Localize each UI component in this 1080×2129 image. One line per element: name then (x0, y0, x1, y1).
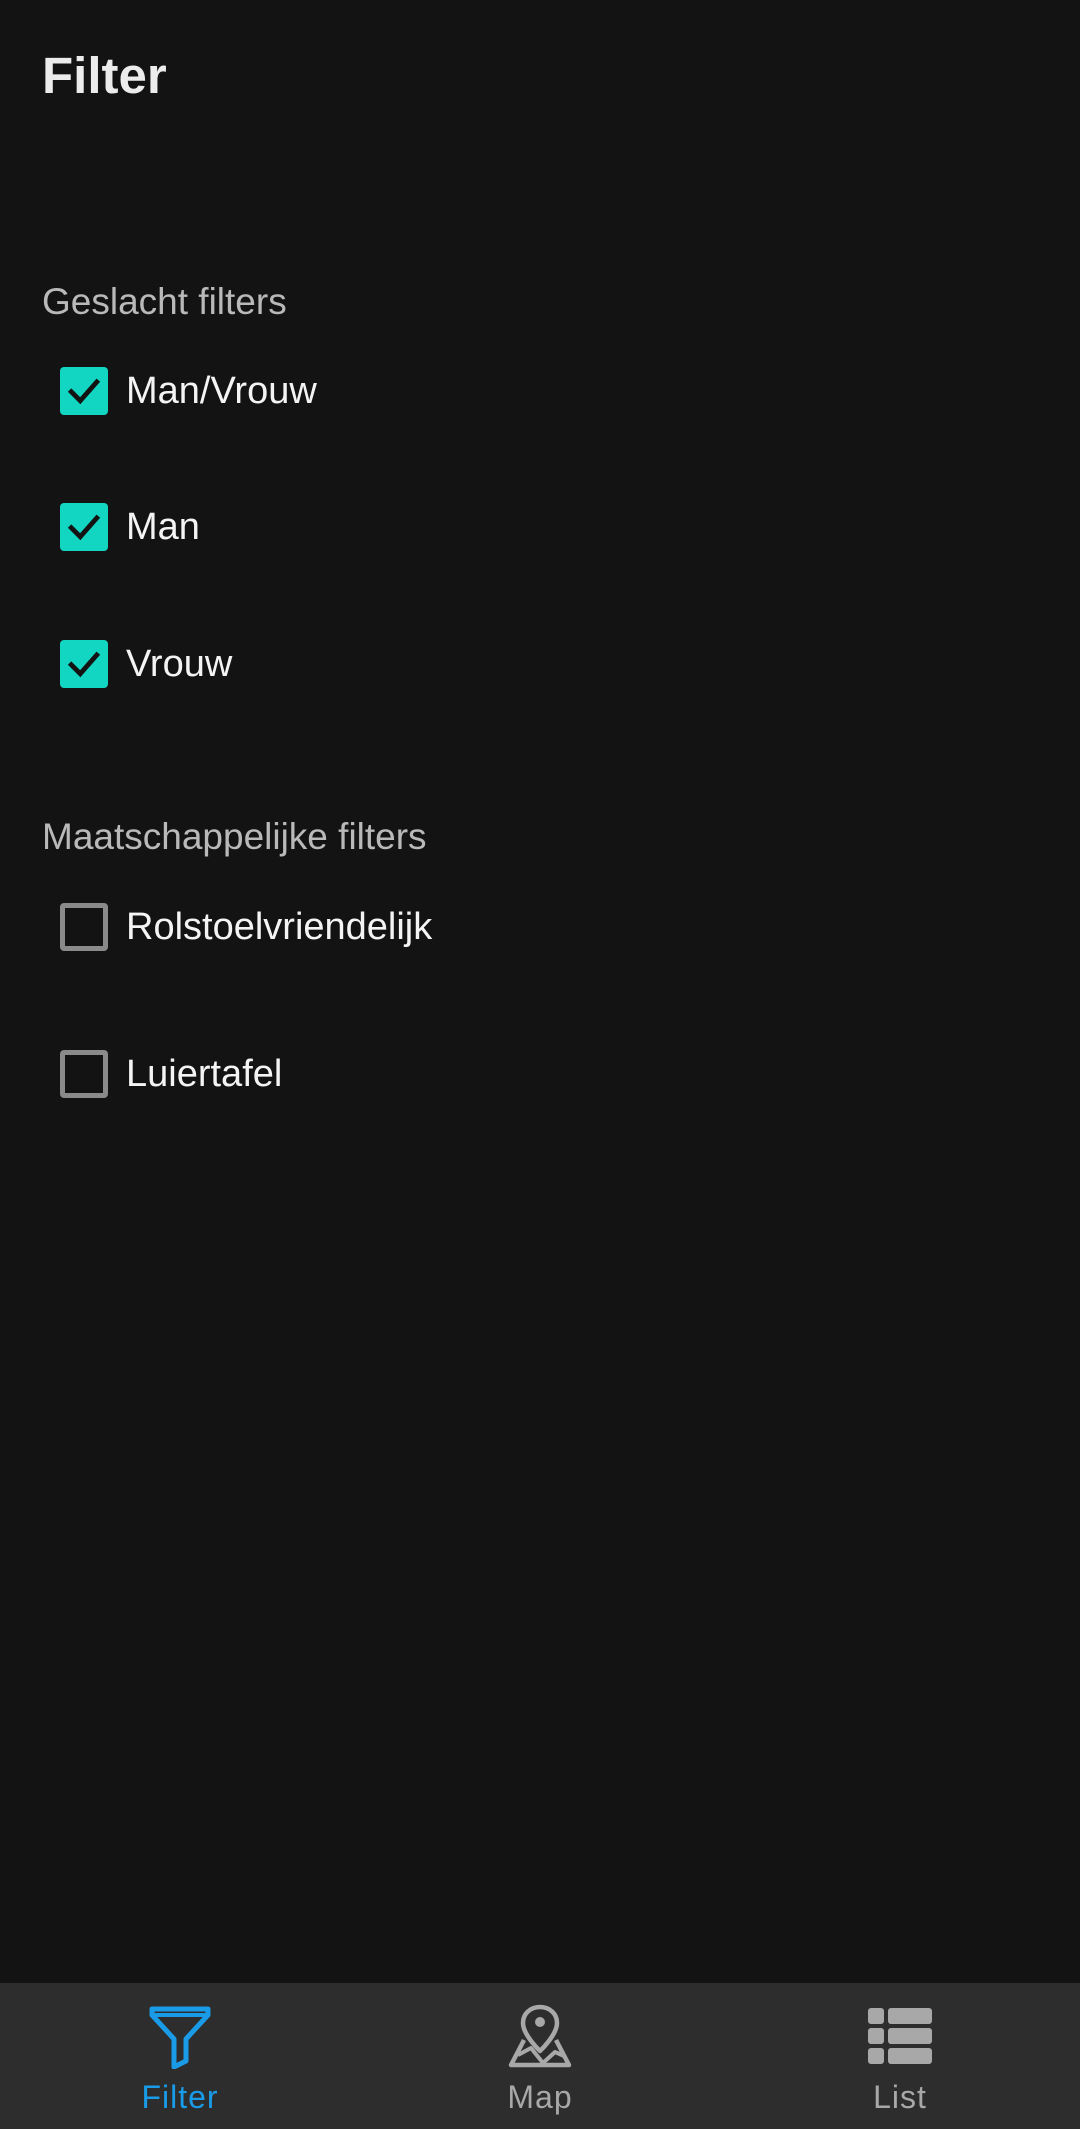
funnel-icon (149, 2006, 211, 2069)
option-label: Rolstoelvriendelijk (126, 906, 433, 948)
page-title: Filter (42, 47, 167, 104)
nav-item-filter[interactable]: Filter (0, 1983, 360, 2129)
checkbox-checked[interactable] (60, 640, 108, 688)
checkmark-icon (67, 378, 101, 405)
checkbox-checked[interactable] (60, 367, 108, 415)
section-header-geslacht: Geslacht filters (42, 281, 287, 322)
nav-label-map: Map (507, 2079, 573, 2115)
option-luiertafel[interactable]: Luiertafel (60, 1042, 282, 1106)
nav-item-map[interactable]: Map (360, 1983, 720, 2129)
list-icon (868, 2008, 932, 2064)
checkbox-unchecked[interactable] (60, 903, 108, 951)
checkmark-icon (67, 514, 101, 541)
checkbox-unchecked[interactable] (60, 1050, 108, 1098)
option-label: Vrouw (126, 643, 233, 685)
filter-screen: Filter Geslacht filters Man/Vrouw Man Vr… (0, 0, 1080, 2129)
section-header-maatschappelijk: Maatschappelijke filters (42, 816, 427, 857)
nav-item-list[interactable]: List (720, 1983, 1080, 2129)
option-man[interactable]: Man (60, 495, 200, 559)
map-pin-icon (508, 2004, 572, 2068)
nav-label-filter: Filter (141, 2079, 219, 2115)
checkbox-checked[interactable] (60, 503, 108, 551)
option-label: Man (126, 506, 200, 548)
option-label: Luiertafel (126, 1053, 283, 1095)
nav-label-list: List (873, 2079, 927, 2115)
option-vrouw[interactable]: Vrouw (60, 632, 232, 696)
option-label: Man/Vrouw (126, 370, 317, 412)
option-rolstoelvriendelijk[interactable]: Rolstoelvriendelijk (60, 895, 432, 959)
option-man-vrouw[interactable]: Man/Vrouw (60, 359, 317, 423)
bottom-navigation: Filter Map List (0, 1983, 1080, 2129)
checkmark-icon (67, 651, 101, 678)
